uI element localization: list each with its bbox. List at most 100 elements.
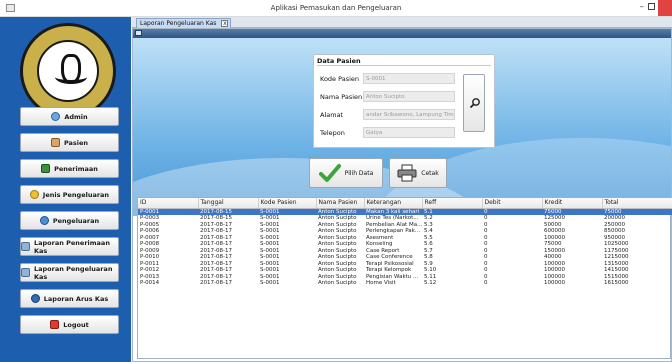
table-cell: S-0001 — [260, 280, 280, 286]
panel-title: Data Pasien — [317, 57, 361, 65]
internal-frame: Data Pasien Kode Pasien S-0001 Nama Pasi… — [132, 28, 672, 362]
sidebar-item-admin[interactable]: Admin — [20, 107, 119, 126]
kode-pasien-field[interactable]: S-0001 — [363, 73, 455, 84]
tab-strip: Laporan Pengeluaran Kas x — [132, 17, 672, 28]
table-cell: Makan 3 kali sehari — [364, 208, 422, 215]
pilih-data-label: Pilih Data — [344, 169, 374, 177]
table-cell: Anton Sucipto — [318, 254, 357, 260]
window-titlebar: Aplikasi Pemasukan dan Pengeluaran – — [0, 0, 672, 17]
table-cell: 0 — [482, 208, 542, 215]
table-cell: Perlengkapan Pak... — [366, 228, 421, 234]
cashflow-icon — [30, 294, 40, 303]
table-cell: P-0014 — [140, 280, 160, 286]
window-title: Aplikasi Pemasukan dan Pengeluaran — [270, 4, 402, 12]
kode-pasien-label: Kode Pasien — [320, 75, 360, 83]
banner-background: Data Pasien Kode Pasien S-0001 Nama Pasi… — [133, 38, 671, 216]
column-header[interactable]: Kredit — [542, 198, 603, 209]
sidebar-item-label: Laporan Arus Kas — [43, 294, 109, 303]
sidebar-item-penerimaan[interactable]: Penerimaan — [20, 159, 119, 178]
sidebar-item-label: Logout — [63, 320, 89, 329]
table-cell: 2017-08-17 — [200, 280, 232, 286]
sidebar-item-label: Pengeluaran — [52, 216, 100, 225]
sidebar-item-jenis-pengeluaran[interactable]: Jenis Pengeluaran — [20, 185, 119, 204]
sidebar-item-laporan-arus-kas[interactable]: Laporan Arus Kas — [20, 289, 119, 308]
cetak-button[interactable]: Cetak — [389, 158, 447, 188]
nama-pasien-label: Nama Pasien — [320, 93, 363, 101]
column-header[interactable]: Tanggal — [198, 198, 259, 209]
table-cell: S-0001 — [258, 208, 316, 215]
close-window-button[interactable] — [658, 0, 672, 16]
report-icon — [21, 268, 30, 277]
search-button[interactable] — [463, 74, 485, 132]
table-cell: Anton Sucipto — [318, 241, 357, 247]
sidebar-item-label: Penerimaan — [54, 164, 98, 173]
column-header[interactable]: Total — [602, 198, 672, 209]
table-cell: 0 — [484, 280, 488, 286]
sidebar: Admin Pasien Penerimaan Jenis Pengeluara… — [0, 17, 131, 362]
table-cell: Anton Sucipto — [318, 280, 357, 286]
logout-icon — [50, 320, 60, 329]
telepon-field[interactable]: Gatya — [363, 127, 455, 138]
table-cell: 75000 — [542, 208, 602, 215]
report-icon — [21, 242, 30, 251]
column-header[interactable]: Kode Pasien — [258, 198, 317, 209]
expense-table: ID Tanggal Kode Pasien Nama Pasien Keter… — [137, 197, 672, 359]
panel-divider — [317, 65, 491, 66]
nama-pasien-field[interactable]: Anton Sucipto — [363, 91, 455, 102]
tab-laporan-pengeluaran-kas[interactable]: Laporan Pengeluaran Kas x — [136, 18, 232, 28]
table-cell: 5.1 — [422, 208, 482, 215]
alamat-label: Alamat — [320, 111, 344, 119]
table-cell: Anton Sucipto — [316, 208, 364, 215]
sidebar-item-pengeluaran[interactable]: Pengeluaran — [20, 211, 119, 230]
info-icon — [29, 190, 39, 199]
income-icon — [41, 164, 51, 173]
table-header-row: ID Tanggal Kode Pasien Nama Pasien Keter… — [138, 198, 672, 209]
column-header[interactable]: Reff — [422, 198, 483, 209]
minimize-button[interactable]: – — [640, 2, 645, 12]
table-cell: Anton Sucipto — [318, 215, 357, 221]
patient-icon — [50, 138, 60, 147]
sidebar-item-label: Pasien — [63, 138, 89, 147]
table-cell: P-0001 — [138, 208, 198, 215]
institution-logo — [20, 23, 116, 119]
table-body: P-0001 2017-08-15 S-0001 Anton Sucipto Makan… — [138, 208, 672, 287]
tab-close-icon[interactable]: x — [221, 20, 229, 27]
table-row[interactable]: P-0001 2017-08-15 S-0001 Anton Sucipto Makan… — [138, 208, 672, 215]
internal-frame-header — [133, 29, 671, 38]
data-pasien-panel: Data Pasien Kode Pasien S-0001 Nama Pasi… — [313, 54, 495, 148]
table-cell: 5.12 — [424, 280, 437, 286]
table-cell: Anton Sucipto — [318, 267, 357, 273]
sidebar-item-laporan-pengeluaran-kas[interactable]: Laporan Pengeluaran Kas — [20, 263, 119, 282]
cetak-label: Cetak — [421, 169, 439, 177]
alamat-field[interactable]: andar Sribawono, Lampung Timur — [363, 109, 455, 120]
printer-icon — [397, 164, 417, 182]
checkmark-icon — [318, 164, 341, 182]
table-cell: 75000 — [602, 208, 672, 215]
column-header[interactable]: Nama Pasien — [316, 198, 365, 209]
column-header[interactable]: ID — [138, 198, 199, 209]
sidebar-item-label: Jenis Pengeluaran — [42, 190, 110, 199]
pilih-data-button[interactable]: Pilih Data — [309, 158, 383, 188]
sidebar-item-pasien[interactable]: Pasien — [20, 133, 119, 152]
table-cell: Anton Sucipto — [318, 228, 357, 234]
column-header[interactable]: Keterangan — [364, 198, 423, 209]
table-cell: 1615000 — [604, 280, 629, 286]
sidebar-item-label: Laporan Pengeluaran Kas — [34, 264, 113, 281]
search-icon — [469, 98, 480, 109]
sidebar-item-label: Admin — [64, 112, 88, 121]
table-cell: 100000 — [544, 280, 565, 286]
admin-icon — [51, 112, 61, 121]
sidebar-item-laporan-penerimaan-kas[interactable]: Laporan Penerimaan Kas — [20, 237, 119, 256]
table-cell: Urine Tes (Narkot... — [366, 215, 419, 221]
telepon-label: Telepon — [320, 129, 345, 137]
maximize-button[interactable] — [648, 3, 655, 10]
expense-icon — [39, 216, 49, 225]
table-cell: Home Visit — [366, 280, 396, 286]
table-row[interactable]: P-0014 2017-08-17 S-0001 Anton Sucipto Home … — [138, 280, 672, 287]
table-cell: 2017-08-15 — [198, 208, 258, 215]
sidebar-item-logout[interactable]: Logout — [20, 315, 119, 334]
frame-menu-button[interactable] — [135, 30, 142, 36]
tab-label: Laporan Pengeluaran Kas — [140, 20, 217, 27]
column-header[interactable]: Debit — [482, 198, 543, 209]
sidebar-item-label: Laporan Penerimaan Kas — [34, 238, 110, 255]
